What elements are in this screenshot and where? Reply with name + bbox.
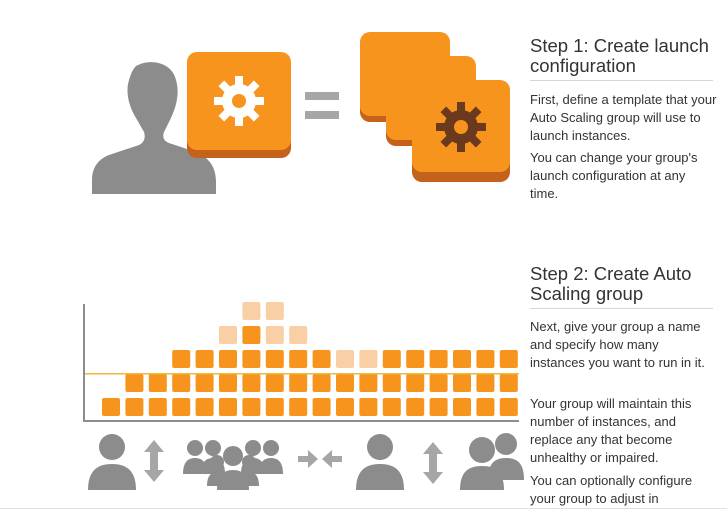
chart-cell bbox=[453, 398, 471, 416]
chart-cell bbox=[242, 350, 261, 368]
step2-paragraph-1: Next, give your group a name and specify… bbox=[530, 319, 705, 370]
person-icon bbox=[88, 434, 136, 490]
chart-cell bbox=[499, 350, 518, 368]
chart-cell bbox=[195, 398, 214, 416]
chart-cell bbox=[476, 398, 495, 416]
chart-cell bbox=[242, 374, 261, 392]
up-down-arrow-icon bbox=[423, 442, 443, 484]
chart-cell bbox=[336, 398, 354, 416]
step2-paragraph-3: You can optionally configure your group … bbox=[530, 473, 693, 506]
chart-cell bbox=[312, 398, 331, 416]
equals-icon bbox=[305, 92, 339, 119]
chart-cell bbox=[172, 350, 191, 368]
chart-cell bbox=[429, 398, 448, 416]
chart-cell bbox=[125, 374, 144, 392]
chart-cell bbox=[312, 374, 331, 392]
chart-cell bbox=[265, 326, 284, 344]
chart-cell bbox=[125, 398, 144, 416]
step1-divider bbox=[530, 80, 713, 81]
chart-cell bbox=[242, 302, 261, 320]
person-pair-icon bbox=[460, 433, 524, 490]
chart-cell bbox=[429, 350, 448, 368]
step2-title: Step 2: Create Auto Scaling group bbox=[530, 263, 692, 304]
gear-icon bbox=[187, 52, 291, 158]
chart-cell bbox=[499, 374, 518, 392]
group-icon bbox=[183, 440, 283, 490]
chart-x-axis bbox=[83, 420, 519, 422]
stacked-gears-icon bbox=[360, 32, 510, 182]
page-bottom-border bbox=[0, 508, 727, 509]
chart-cell bbox=[336, 374, 354, 392]
chart-cell bbox=[219, 398, 237, 416]
chart-cell bbox=[359, 350, 378, 368]
scaling-chart bbox=[83, 302, 519, 422]
chart-cell bbox=[289, 326, 308, 344]
chart-cell bbox=[359, 374, 378, 392]
chart-cell bbox=[312, 350, 331, 368]
chart-cell bbox=[172, 374, 191, 392]
chart-cell bbox=[289, 398, 308, 416]
chart-cell bbox=[289, 350, 308, 368]
converge-arrows-icon bbox=[298, 450, 342, 468]
chart-cell bbox=[219, 374, 237, 392]
chart-cell bbox=[406, 350, 425, 368]
chart-cell bbox=[219, 350, 237, 368]
chart-cell bbox=[195, 350, 214, 368]
chart-cell bbox=[289, 374, 308, 392]
chart-cell bbox=[476, 374, 495, 392]
chart-cell bbox=[172, 398, 191, 416]
chart-cell bbox=[219, 326, 237, 344]
step1-paragraph-1: First, define a template that your Auto … bbox=[530, 92, 717, 143]
chart-cell bbox=[406, 398, 425, 416]
chart-cell bbox=[476, 350, 495, 368]
chart-cell bbox=[195, 374, 214, 392]
chart-cell bbox=[382, 350, 401, 368]
step2-divider bbox=[530, 308, 713, 309]
chart-cell bbox=[453, 350, 471, 368]
step1-paragraph-2: You can change your group's launch confi… bbox=[530, 150, 698, 201]
chart-cell bbox=[453, 374, 471, 392]
chart-cell bbox=[382, 398, 401, 416]
chart-cell bbox=[242, 398, 261, 416]
step1-title: Step 1: Create launch configuration bbox=[530, 35, 709, 76]
chart-cell bbox=[406, 374, 425, 392]
chart-cell bbox=[102, 398, 120, 416]
chart-cell bbox=[336, 350, 354, 368]
chart-cell bbox=[265, 350, 284, 368]
chart-cell bbox=[429, 374, 448, 392]
chart-cell bbox=[148, 398, 167, 416]
chart-cell bbox=[148, 374, 167, 392]
chart-cell bbox=[265, 302, 284, 320]
up-down-arrow-icon bbox=[144, 440, 164, 482]
chart-threshold-line bbox=[85, 373, 519, 375]
chart-cell bbox=[265, 374, 284, 392]
chart-cell bbox=[265, 398, 284, 416]
step2-paragraph-2: Your group will maintain this number of … bbox=[530, 396, 692, 465]
chart-y-axis bbox=[83, 304, 85, 422]
person-icon bbox=[356, 434, 404, 490]
chart-cell bbox=[359, 398, 378, 416]
chart-cell bbox=[242, 326, 261, 344]
chart-cell bbox=[382, 374, 401, 392]
chart-cell bbox=[499, 398, 518, 416]
